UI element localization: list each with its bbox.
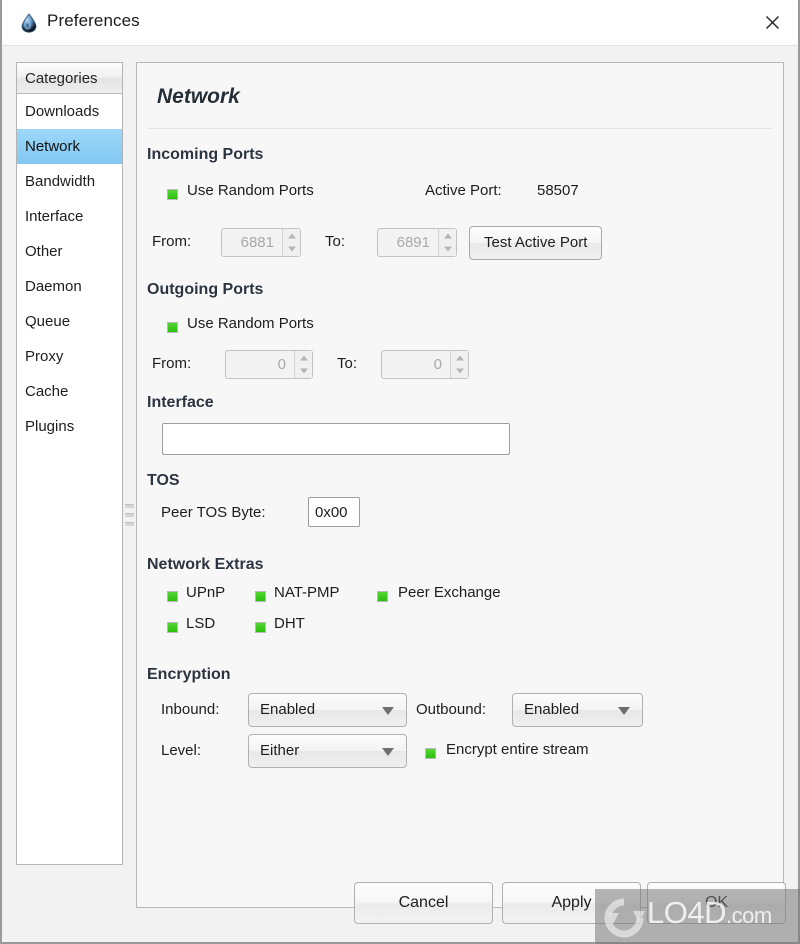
outgoing-from-value: 0 <box>277 356 286 373</box>
categories-list[interactable]: Categories Downloads Network Bandwidth I… <box>16 62 123 865</box>
incoming-from-stepper[interactable] <box>282 229 300 256</box>
incoming-to-stepper[interactable] <box>438 229 456 256</box>
dht-checkbox[interactable] <box>255 622 266 633</box>
level-label: Level: <box>161 742 202 759</box>
sidebar-item-proxy[interactable]: Proxy <box>17 339 122 374</box>
sidebar-item-daemon[interactable]: Daemon <box>17 269 122 304</box>
encrypt-entire-stream-label: Encrypt entire stream <box>446 741 589 758</box>
sidebar-item-cache[interactable]: Cache <box>17 374 122 409</box>
outbound-label: Outbound: <box>416 701 487 718</box>
cancel-button[interactable]: Cancel <box>354 882 493 924</box>
network-settings-panel: Network Incoming Ports Use Random Ports … <box>136 62 784 908</box>
sidebar-item-bandwidth[interactable]: Bandwidth <box>17 164 122 199</box>
peer-exchange-checkbox[interactable] <box>377 591 388 602</box>
deluge-droplet-icon <box>19 13 39 33</box>
sidebar-item-network[interactable]: Network <box>17 129 122 164</box>
stepper-down-icon[interactable] <box>295 365 312 379</box>
incoming-use-random-ports-checkbox[interactable] <box>167 189 178 200</box>
outgoing-from-spinbox[interactable]: 0 <box>225 350 313 379</box>
sidebar-item-downloads[interactable]: Downloads <box>17 94 122 129</box>
chevron-down-icon <box>382 748 394 756</box>
chevron-down-icon <box>382 707 394 715</box>
active-port-value: 58507 <box>537 182 579 199</box>
outgoing-to-stepper[interactable] <box>450 351 468 378</box>
dialog-body: Categories Downloads Network Bandwidth I… <box>2 47 798 940</box>
close-icon[interactable] <box>756 8 788 38</box>
upnp-label: UPnP <box>186 584 226 601</box>
encryption-heading: Encryption <box>147 666 231 683</box>
inbound-encryption-select[interactable]: Enabled <box>248 693 407 727</box>
sidebar-item-other[interactable]: Other <box>17 234 122 269</box>
title-divider <box>147 128 773 129</box>
stepper-up-icon[interactable] <box>283 229 300 243</box>
preferences-window: Preferences Categories Downloads Network… <box>0 0 800 944</box>
outgoing-from-label: From: <box>152 355 192 372</box>
encrypt-entire-stream-checkbox[interactable] <box>425 748 436 759</box>
inbound-label: Inbound: <box>161 701 220 718</box>
dht-label: DHT <box>274 615 305 632</box>
nat-pmp-checkbox[interactable] <box>255 591 266 602</box>
peer-tos-byte-label: Peer TOS Byte: <box>161 504 266 521</box>
active-port-label: Active Port: <box>425 182 502 199</box>
outgoing-from-stepper[interactable] <box>294 351 312 378</box>
encryption-level-value: Either <box>260 742 300 759</box>
categories-header: Categories <box>17 63 122 94</box>
outbound-encryption-select[interactable]: Enabled <box>512 693 643 727</box>
incoming-to-label: To: <box>325 233 346 250</box>
peer-tos-byte-input[interactable] <box>308 497 360 527</box>
network-extras-heading: Network Extras <box>147 556 264 573</box>
outgoing-use-random-ports-label: Use Random Ports <box>187 315 314 332</box>
peer-exchange-label: Peer Exchange <box>398 584 501 601</box>
chevron-down-icon <box>618 707 630 715</box>
stepper-up-icon[interactable] <box>295 351 312 365</box>
outgoing-ports-heading: Outgoing Ports <box>147 281 264 298</box>
incoming-from-spinbox[interactable]: 6881 <box>221 228 301 257</box>
title-bar: Preferences <box>2 0 798 46</box>
incoming-use-random-ports-label: Use Random Ports <box>187 182 314 199</box>
tos-heading: TOS <box>147 472 180 489</box>
sidebar-item-plugins[interactable]: Plugins <box>17 409 122 444</box>
upnp-checkbox[interactable] <box>167 591 178 602</box>
pane-splitter[interactable] <box>124 62 135 865</box>
sidebar-item-queue[interactable]: Queue <box>17 304 122 339</box>
incoming-ports-heading: Incoming Ports <box>147 146 264 163</box>
interface-input[interactable] <box>162 423 510 455</box>
incoming-from-value: 6881 <box>240 234 274 251</box>
stepper-down-icon[interactable] <box>451 365 468 379</box>
lsd-label: LSD <box>186 615 216 632</box>
stepper-down-icon[interactable] <box>283 243 300 257</box>
stepper-up-icon[interactable] <box>451 351 468 365</box>
window-title: Preferences <box>47 11 140 30</box>
splitter-grip-icon <box>125 504 134 536</box>
incoming-from-label: From: <box>152 233 192 250</box>
interface-heading: Interface <box>147 394 214 411</box>
sidebar-item-interface[interactable]: Interface <box>17 199 122 234</box>
outbound-encryption-value: Enabled <box>524 701 580 718</box>
outgoing-to-value: 0 <box>433 356 442 373</box>
incoming-to-spinbox[interactable]: 6891 <box>377 228 457 257</box>
incoming-to-value: 6891 <box>396 234 430 251</box>
inbound-encryption-value: Enabled <box>260 701 316 718</box>
test-active-port-button[interactable]: Test Active Port <box>469 226 603 260</box>
stepper-up-icon[interactable] <box>439 229 456 243</box>
encryption-level-select[interactable]: Either <box>248 734 407 768</box>
outgoing-use-random-ports-checkbox[interactable] <box>167 322 178 333</box>
stepper-down-icon[interactable] <box>439 243 456 257</box>
outgoing-to-spinbox[interactable]: 0 <box>381 350 469 379</box>
outgoing-to-label: To: <box>337 355 358 372</box>
page-title: Network <box>157 85 240 108</box>
ok-button[interactable]: OK <box>647 882 786 924</box>
apply-button[interactable]: Apply <box>502 882 641 924</box>
nat-pmp-label: NAT-PMP <box>274 584 340 601</box>
lsd-checkbox[interactable] <box>167 622 178 633</box>
